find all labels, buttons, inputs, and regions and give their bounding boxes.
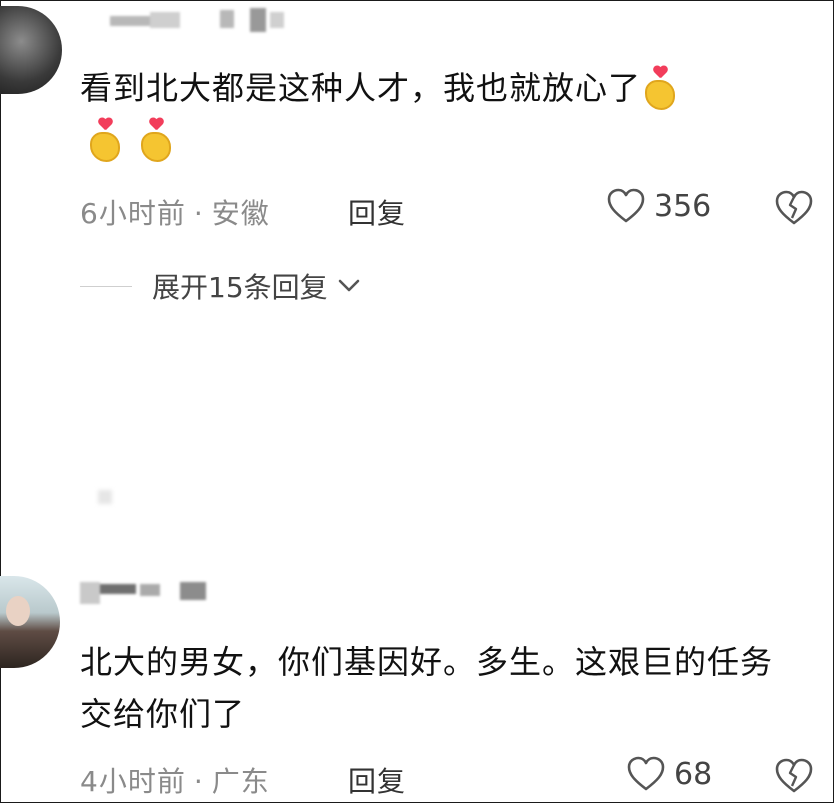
like-button[interactable]: 356: [606, 188, 711, 224]
comment-text: 看到北大都是这种人才，我也就放心了: [80, 62, 800, 166]
divider-line: [80, 285, 132, 287]
broken-heart-icon: [775, 758, 813, 793]
dislike-button[interactable]: [774, 758, 814, 798]
dislike-button[interactable]: [774, 190, 814, 230]
chevron-down-icon: [338, 279, 359, 292]
comment-location: 广东: [211, 765, 270, 798]
username-blurred: [110, 8, 290, 32]
comment-text-content: 北大的男女，你们基因好。多生。这艰巨的任务交给你们了: [80, 643, 774, 733]
heart-outline-icon: [627, 756, 665, 791]
comment-time: 6小时前: [80, 197, 186, 230]
heart-hands-icon: [86, 118, 126, 166]
expand-replies-button[interactable]: 展开15条回复: [80, 266, 362, 306]
reply-button[interactable]: 回复: [348, 192, 406, 232]
heart-outline-icon: [607, 188, 645, 223]
username-blurred: [80, 578, 210, 606]
comment-meta: 4小时前 · 广东: [80, 760, 270, 800]
comment-location: 安徽: [211, 197, 270, 230]
comment-text-content: 看到北大都是这种人才，我也就放心了: [80, 69, 642, 107]
reply-button[interactable]: 回复: [348, 760, 406, 800]
like-count: 68: [674, 756, 713, 792]
comment-text: 北大的男女，你们基因好。多生。这艰巨的任务交给你们了: [80, 636, 800, 740]
comment-meta: 6小时前 · 安徽: [80, 192, 270, 232]
separator-dot: ·: [193, 197, 204, 230]
broken-heart-icon: [775, 190, 813, 225]
like-count: 356: [654, 188, 712, 224]
like-button[interactable]: 68: [626, 756, 712, 792]
faint-artifact: [98, 490, 112, 504]
heart-hands-icon: [641, 66, 681, 114]
separator-dot: ·: [193, 765, 204, 798]
expand-replies-label: 展开15条回复: [152, 271, 328, 304]
comment-time: 4小时前: [80, 765, 186, 798]
heart-hands-icon: [137, 118, 177, 166]
